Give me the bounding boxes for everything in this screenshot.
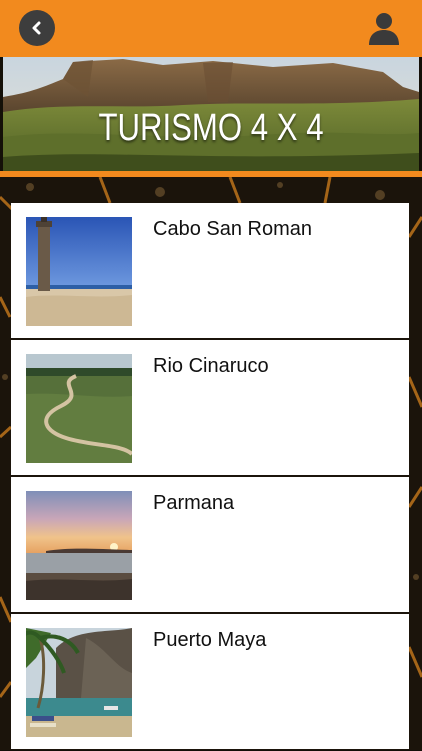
- banner-title: TURISMO 4 X 4: [98, 107, 324, 149]
- list-item[interactable]: Puerto Maya: [11, 614, 409, 749]
- lighthouse-beach-image: [26, 217, 132, 326]
- top-bar: [0, 0, 422, 57]
- thumbnail-image: [26, 354, 132, 463]
- destination-title: Puerto Maya: [153, 629, 267, 651]
- chevron-left-icon: [32, 21, 41, 35]
- thumbnail-image: [26, 628, 132, 737]
- destination-title: Rio Cinaruco: [153, 355, 269, 377]
- list-item[interactable]: Parmana: [11, 477, 409, 612]
- destination-list: Cabo San Roman Rio Cinaruco Parmana Puer…: [11, 203, 409, 751]
- sunset-river-image: [26, 491, 132, 600]
- thumbnail-image: [26, 217, 132, 326]
- user-icon: [369, 13, 399, 45]
- destination-title: Parmana: [153, 492, 235, 514]
- profile-button[interactable]: [366, 10, 402, 46]
- header-banner: TURISMO 4 X 4: [3, 57, 419, 175]
- back-button[interactable]: [19, 10, 55, 46]
- winding-road-plains-image: [26, 354, 132, 463]
- thumbnail-image: [26, 491, 132, 600]
- list-item[interactable]: Rio Cinaruco: [11, 340, 409, 475]
- list-item[interactable]: Cabo San Roman: [11, 203, 409, 338]
- tropical-bay-image: [26, 628, 132, 737]
- destination-title: Cabo San Roman: [153, 218, 312, 240]
